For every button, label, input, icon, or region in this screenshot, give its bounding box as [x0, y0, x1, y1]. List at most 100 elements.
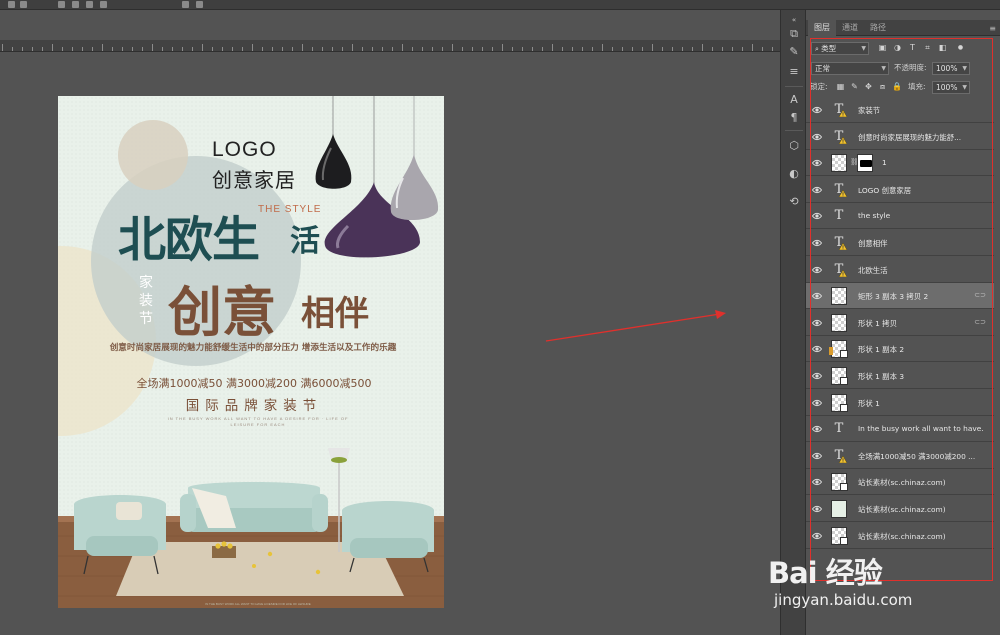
align-center-icon[interactable]	[86, 1, 93, 8]
paragraph-icon[interactable]: ¶	[786, 110, 802, 126]
layer-row[interactable]: T 全场满1000减50 满3000减200 ...	[806, 443, 994, 469]
adjust-filter-icon[interactable]: ◑	[893, 43, 902, 52]
layer-row[interactable]: 站长素材(sc.chinaz.com)	[806, 469, 994, 496]
lock-image-icon[interactable]: ✎	[850, 82, 859, 91]
layer-name[interactable]: 形状 1	[858, 398, 880, 409]
layer-name[interactable]: 站长素材(sc.chinaz.com)	[858, 504, 946, 515]
layer-row[interactable]: 矩形 3 副本 3 拷贝 2 ⊂⊃	[806, 283, 994, 310]
tab-layers[interactable]: 图层	[808, 20, 836, 36]
visibility-eye-icon[interactable]	[812, 265, 822, 275]
align-left-icon[interactable]	[72, 1, 79, 8]
visibility-eye-icon[interactable]	[812, 318, 822, 328]
layer-row[interactable]: 形状 1 副本 3	[806, 363, 994, 389]
adjust-sliders-icon[interactable]: ≡	[786, 64, 802, 80]
type-filter-icon[interactable]: T	[908, 43, 917, 52]
visibility-eye-icon[interactable]	[812, 344, 822, 354]
layer-row[interactable]: 形状 1	[806, 390, 994, 416]
visibility-eye-icon[interactable]	[812, 132, 822, 142]
layer-row[interactable]: T 创意相伴	[806, 230, 994, 256]
visibility-eye-icon[interactable]	[812, 371, 822, 381]
adjustments-icon[interactable]: ◐	[786, 166, 802, 182]
layer-row[interactable]: Tthe style	[806, 203, 994, 230]
visibility-eye-icon[interactable]	[812, 424, 822, 434]
layer-name[interactable]: 创意时尚家居展现的魅力能舒...	[858, 132, 961, 143]
pixel-filter-icon[interactable]: ▣	[878, 43, 887, 52]
lock-all-icon[interactable]: 🔒	[892, 82, 902, 91]
layer-row[interactable]: ⛓ 1	[806, 150, 994, 177]
layer-name[interactable]: 形状 1 副本 2	[858, 344, 904, 355]
move-tool-icon[interactable]	[8, 1, 15, 8]
layer-name[interactable]: In the busy work all want to have...	[858, 424, 984, 433]
libraries-icon[interactable]: ⟲	[786, 194, 802, 210]
ruler-tick	[732, 47, 733, 51]
layer-thumbnail[interactable]	[831, 500, 847, 518]
layer-thumbnail[interactable]	[831, 313, 847, 332]
layer-name[interactable]: LOGO 创意家居	[858, 185, 911, 196]
visibility-eye-icon[interactable]	[812, 398, 822, 408]
tab-channels[interactable]: 通道	[836, 20, 864, 36]
layer-thumbnail[interactable]	[831, 287, 847, 306]
ruler-tick	[532, 47, 533, 51]
visibility-eye-icon[interactable]	[812, 531, 822, 541]
layer-row[interactable]: 形状 1 副本 2	[806, 336, 994, 363]
layer-name[interactable]: 创意相伴	[858, 238, 888, 249]
layer-name[interactable]: the style	[858, 211, 890, 220]
layer-thumbnail[interactable]	[831, 154, 847, 173]
layer-row[interactable]: 站长素材(sc.chinaz.com)	[806, 523, 994, 549]
visibility-eye-icon[interactable]	[812, 451, 822, 461]
layer-name[interactable]: 北欧生活	[858, 265, 888, 276]
visibility-eye-icon[interactable]	[812, 105, 822, 115]
align-right-icon[interactable]	[100, 1, 107, 8]
fill-input[interactable]: 100% ▼	[932, 81, 970, 94]
tab-paths[interactable]: 路径	[864, 20, 892, 36]
layer-name[interactable]: 站长素材(sc.chinaz.com)	[858, 477, 946, 488]
lock-transparent-icon[interactable]: ▦	[836, 82, 845, 91]
lock-artboard-icon[interactable]: ⧈	[878, 82, 887, 91]
3d-icon[interactable]: ⬡	[786, 138, 802, 154]
type-layer-icon[interactable]: T	[831, 420, 847, 438]
align-icon[interactable]	[20, 1, 27, 8]
shape-filter-icon[interactable]: ⌗	[923, 43, 932, 52]
ruler-tick	[582, 47, 583, 51]
type-layer-icon[interactable]: T	[831, 207, 847, 225]
layer-row[interactable]: T In the busy work all want to have...	[806, 416, 994, 443]
visibility-eye-icon[interactable]	[812, 185, 822, 195]
auto-align-icon[interactable]	[182, 1, 189, 8]
ruler-tick	[62, 47, 63, 51]
blend-mode-select[interactable]: 正常 ▼	[811, 62, 889, 75]
visibility-eye-icon[interactable]	[812, 211, 822, 221]
visibility-eye-icon[interactable]	[812, 158, 822, 168]
poster-description: 创意时尚家居展现的魅力能舒缓生活中的部分压力 增添生活以及工作的乐趣	[109, 343, 397, 353]
layer-mask-thumbnail[interactable]	[857, 154, 873, 173]
layer-name[interactable]: 形状 1 副本 3	[858, 371, 904, 382]
layer-name[interactable]: 站长素材(sc.chinaz.com)	[858, 531, 946, 542]
visibility-eye-icon[interactable]	[812, 504, 822, 514]
panel-menu-icon[interactable]: ≡	[989, 24, 996, 33]
layer-row[interactable]: T LOGO 创意家居	[806, 177, 994, 203]
layer-name[interactable]: 全场满1000减50 满3000减200 ...	[858, 451, 975, 462]
poster-artboard[interactable]: LOGO 创意家居 北欧生 活 THE STYLE 家装节 创意 相伴 创意时尚…	[58, 96, 444, 608]
visibility-eye-icon[interactable]	[812, 238, 822, 248]
arrange-icon[interactable]	[196, 1, 203, 8]
filter-toggle-icon[interactable]: ●	[956, 43, 965, 52]
lock-position-icon[interactable]: ✥	[864, 82, 873, 91]
distribute-icon[interactable]	[58, 1, 65, 8]
history-icon[interactable]: ⧉	[786, 26, 802, 42]
layer-row[interactable]: T 家装节	[806, 97, 994, 123]
layer-name[interactable]: 形状 1 拷贝	[858, 318, 897, 329]
layer-row[interactable]: 形状 1 拷贝 ⊂⊃	[806, 310, 994, 336]
visibility-eye-icon[interactable]	[812, 477, 822, 487]
layer-name[interactable]: 矩形 3 副本 3 拷贝 2	[858, 291, 928, 302]
brush-icon[interactable]: ✎	[786, 44, 802, 60]
visibility-eye-icon[interactable]	[812, 291, 822, 301]
character-icon[interactable]: A	[786, 92, 802, 108]
layer-name[interactable]: 家装节	[858, 105, 880, 116]
smart-filter-icon[interactable]: ◧	[938, 43, 947, 52]
layer-row[interactable]: 站长素材(sc.chinaz.com)	[806, 496, 994, 522]
layer-name[interactable]: 1	[882, 158, 887, 167]
filter-kind-select[interactable]: ⌕ 类型 ▼	[811, 42, 869, 55]
poster-festival: 国际品牌家装节	[185, 398, 323, 414]
opacity-input[interactable]: 100% ▼	[932, 62, 970, 75]
layer-row[interactable]: T 创意时尚家居展现的魅力能舒...	[806, 124, 994, 150]
layer-row[interactable]: T 北欧生活	[806, 257, 994, 283]
